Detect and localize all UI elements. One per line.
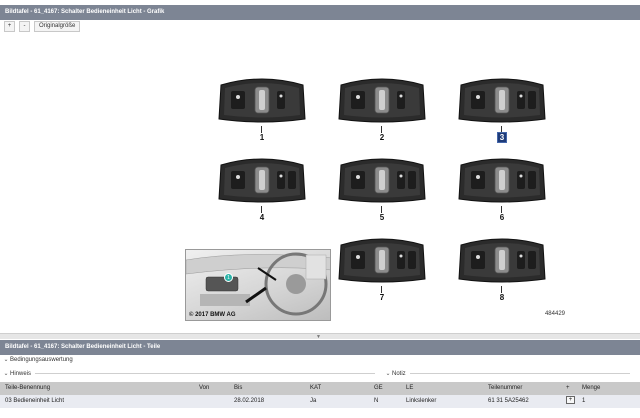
variant-number-label[interactable]: 8 bbox=[500, 293, 504, 302]
leader-line bbox=[261, 206, 262, 213]
part-number-cell: 61 31 5A25462 bbox=[488, 398, 529, 404]
light-switch-variant[interactable]: 8 bbox=[455, 233, 549, 302]
variant-number[interactable]: 5 bbox=[335, 213, 429, 222]
hint-section[interactable]: ⌄Hinweis bbox=[2, 368, 382, 380]
hint-label: Hinweis bbox=[10, 371, 32, 377]
location-badge[interactable]: 1 bbox=[224, 273, 233, 282]
light-switch-variant[interactable]: 2 bbox=[335, 73, 429, 142]
parts-table: Teile-Benennung Von Bis KAT GE LE Teilen… bbox=[0, 382, 640, 408]
zoom-out-button[interactable]: - bbox=[19, 21, 30, 32]
variant-number-label[interactable]: 1 bbox=[260, 133, 264, 142]
zoom-in-button[interactable]: + bbox=[4, 21, 15, 32]
dashboard-illustration bbox=[186, 252, 330, 316]
chevron-down-icon[interactable]: ⌄ bbox=[384, 368, 392, 380]
column-header[interactable]: Teile-Benennung bbox=[0, 382, 194, 395]
leader-line bbox=[381, 126, 382, 133]
table-row[interactable]: 03 Bedieneinheit Licht 28.02.2018 Ja N L… bbox=[0, 395, 640, 408]
note-section[interactable]: ⌄Notiz bbox=[384, 368, 640, 380]
column-header[interactable]: Bis bbox=[229, 382, 305, 395]
leader-line bbox=[501, 206, 502, 213]
light-switch-variant[interactable]: 3 bbox=[455, 73, 549, 143]
variant-number[interactable]: 6 bbox=[455, 213, 549, 222]
leader-line bbox=[381, 206, 382, 213]
part-name-cell: 03 Bedieneinheit Licht bbox=[5, 398, 65, 404]
column-header[interactable]: + bbox=[561, 382, 577, 395]
ge-cell: N bbox=[374, 398, 379, 404]
image-id: 484429 bbox=[544, 311, 565, 317]
leader-line bbox=[261, 126, 262, 133]
parts-window-title: Bildtafel - 61_4167: Schalter Bedieneinh… bbox=[0, 340, 640, 355]
light-switch-variant[interactable]: 6 bbox=[455, 153, 549, 222]
light-switch-variant[interactable]: 1 bbox=[215, 73, 309, 142]
parts-diagram: 1 2 3 4 5 6 7 8 1 © 2017 BMW AG 484429 bbox=[185, 68, 575, 323]
light-switch-variant[interactable]: 4 bbox=[215, 153, 309, 222]
variant-number-label[interactable]: 5 bbox=[380, 213, 384, 222]
variant-number-label[interactable]: 3 bbox=[496, 132, 508, 143]
chevron-down-icon[interactable]: ⌄ bbox=[2, 368, 10, 380]
column-header[interactable]: LE bbox=[401, 382, 483, 395]
graphic-window-title: Bildtafel - 61_4167: Schalter Bedieneinh… bbox=[0, 5, 640, 20]
panel-splitter[interactable]: ▼ bbox=[0, 333, 640, 340]
table-header: Teile-Benennung Von Bis KAT GE LE Teilen… bbox=[0, 382, 640, 395]
vehicle-location-photo: 1 © 2017 BMW AG bbox=[185, 249, 331, 321]
variant-number[interactable]: 8 bbox=[455, 293, 549, 302]
leader-line bbox=[381, 286, 382, 293]
column-header[interactable]: Menge bbox=[577, 382, 640, 395]
variant-number-label[interactable]: 7 bbox=[380, 293, 384, 302]
copyright-text: © 2017 BMW AG bbox=[189, 312, 236, 318]
note-label: Notiz bbox=[392, 371, 406, 377]
add-to-cart-icon[interactable]: + bbox=[566, 396, 575, 405]
variant-number[interactable]: 7 bbox=[335, 293, 429, 302]
variant-number[interactable]: 2 bbox=[335, 133, 429, 142]
original-size-button[interactable]: Originalgröße bbox=[34, 21, 81, 32]
graphic-toolbar: + - Originalgröße bbox=[4, 21, 81, 33]
variant-number[interactable]: 3 bbox=[455, 132, 549, 143]
add-cell: + bbox=[561, 395, 577, 408]
column-header[interactable]: KAT bbox=[305, 382, 369, 395]
variant-number-label[interactable]: 4 bbox=[260, 213, 264, 222]
variant-number-label[interactable]: 6 bbox=[500, 213, 504, 222]
light-switch-variant[interactable]: 7 bbox=[335, 233, 429, 302]
column-header[interactable]: Teilenummer bbox=[483, 382, 561, 395]
light-switch-variant[interactable]: 5 bbox=[335, 153, 429, 222]
chevron-down-icon[interactable]: ⌄ bbox=[2, 354, 10, 366]
quantity-cell: 1 bbox=[582, 398, 586, 404]
variant-number-label[interactable]: 2 bbox=[380, 133, 384, 142]
kat-cell: Ja bbox=[310, 398, 317, 404]
from-cell bbox=[194, 395, 229, 408]
variant-number[interactable]: 4 bbox=[215, 213, 309, 222]
divider bbox=[409, 372, 630, 374]
column-header[interactable]: GE bbox=[369, 382, 401, 395]
le-cell: Linkslenker bbox=[406, 398, 437, 404]
divider bbox=[35, 372, 376, 374]
column-header[interactable]: Von bbox=[194, 382, 229, 395]
conditions-label: Bedingungsauswertung bbox=[10, 357, 73, 363]
variant-number[interactable]: 1 bbox=[215, 133, 309, 142]
to-cell: 28.02.2018 bbox=[234, 398, 265, 404]
conditions-section[interactable]: ⌄Bedingungsauswertung bbox=[2, 354, 73, 366]
leader-line bbox=[501, 286, 502, 293]
